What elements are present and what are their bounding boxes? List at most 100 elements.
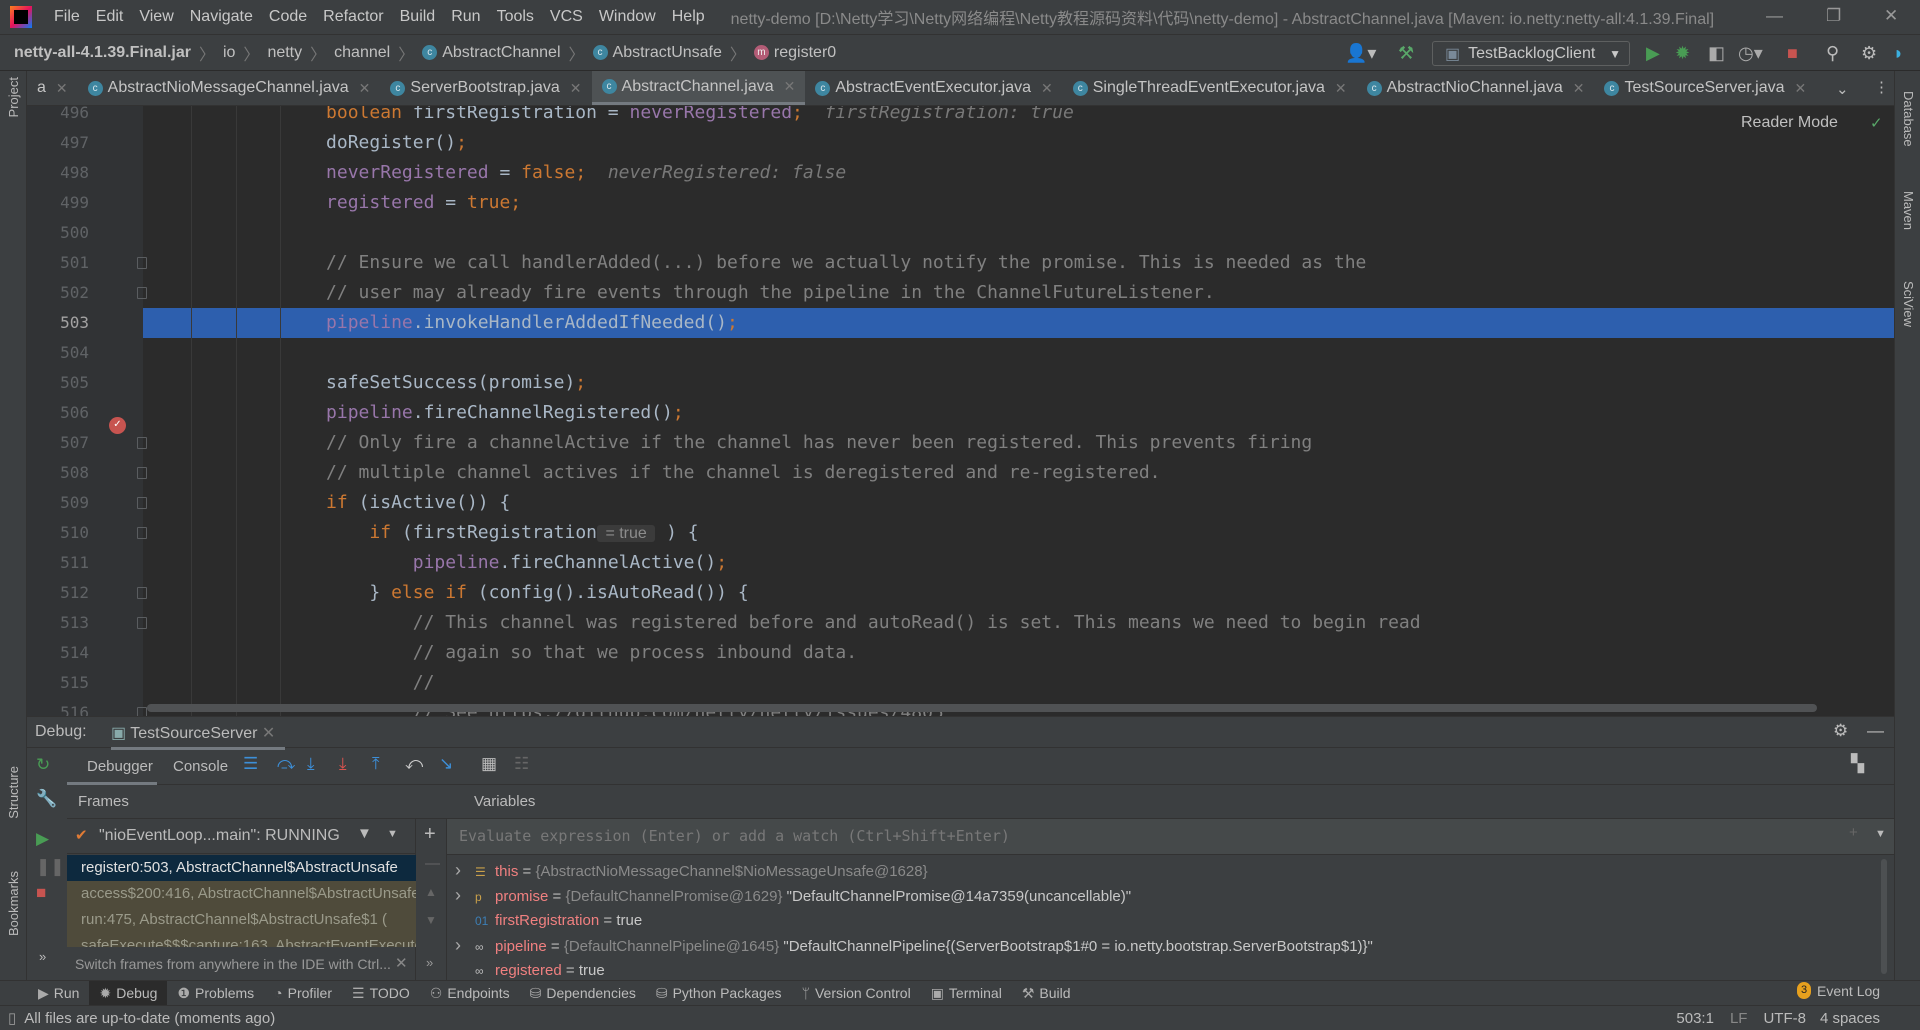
bookmarks-tool-button[interactable]: Bookmarks bbox=[6, 871, 21, 936]
structure-tool-button[interactable]: Structure bbox=[6, 766, 21, 819]
more-actions-icon[interactable]: » bbox=[39, 949, 46, 964]
debug-icon[interactable]: ✹ bbox=[1675, 43, 1690, 64]
step-out-icon[interactable]: ⤒ bbox=[372, 754, 380, 774]
stop-icon[interactable]: ■ bbox=[36, 883, 46, 903]
breadcrumb-item[interactable]: channel bbox=[334, 44, 390, 62]
tool-window-endpoints[interactable]: ⚇ Endpoints bbox=[420, 981, 520, 1006]
menu-edit[interactable]: Edit bbox=[88, 8, 132, 26]
step-into-icon[interactable]: ⤓ bbox=[307, 754, 315, 774]
debug-session-tab[interactable]: ▣ TestSourceServer ✕ bbox=[111, 723, 286, 750]
stack-frame[interactable]: register0:503, AbstractChannel$AbstractU… bbox=[67, 855, 416, 881]
tab-file[interactable]: a ✕ bbox=[27, 71, 78, 105]
breadcrumb-item[interactable]: c AbstractUnsafe bbox=[592, 44, 722, 62]
resume-icon[interactable]: ▶ bbox=[36, 829, 49, 849]
stack-frame[interactable]: run:475, AbstractChannel$AbstractUnsafe$… bbox=[67, 907, 416, 933]
tool-window-python-packages[interactable]: ⛁ Python Packages bbox=[646, 981, 792, 1006]
file-encoding[interactable]: UTF-8 bbox=[1763, 1010, 1806, 1027]
remove-watch-icon[interactable]: — bbox=[425, 855, 440, 872]
thread-selector[interactable]: "nioEventLoop...main": RUNNING bbox=[99, 827, 340, 845]
menu-run[interactable]: Run bbox=[443, 8, 488, 26]
variable-row[interactable]: 01 firstRegistration = true bbox=[455, 908, 642, 933]
drop-frame-icon[interactable]: ⤺ bbox=[405, 754, 423, 774]
settings-gear-icon[interactable]: ⚙ bbox=[1833, 721, 1848, 741]
menu-help[interactable]: Help bbox=[664, 8, 713, 26]
caret-position[interactable]: 503:1 bbox=[1676, 1010, 1714, 1027]
stop-icon[interactable]: ■ bbox=[1787, 43, 1798, 64]
breakpoint-icon[interactable]: ✓ bbox=[109, 417, 126, 434]
trace-stream-icon[interactable]: ☷ bbox=[514, 754, 529, 774]
tool-window-build[interactable]: ⚒ Build bbox=[1012, 981, 1081, 1006]
menu-file[interactable]: File bbox=[46, 8, 88, 26]
tool-window-terminal[interactable]: ▣ Terminal bbox=[921, 981, 1012, 1006]
run-configuration-select[interactable]: ▣ TestBacklogClient ▼ bbox=[1432, 41, 1630, 66]
move-up-icon[interactable]: ▲ bbox=[425, 885, 437, 899]
tool-window-debug[interactable]: ✹ Debug bbox=[89, 980, 168, 1006]
add-to-watches-icon[interactable]: + bbox=[1849, 824, 1858, 841]
breadcrumb-item[interactable]: netty bbox=[267, 44, 302, 62]
build-hammer-icon[interactable]: ⚒ bbox=[1398, 43, 1414, 64]
menu-vcs[interactable]: VCS bbox=[542, 8, 591, 26]
chevron-down-icon[interactable]: ▼ bbox=[387, 828, 398, 840]
close-tab-icon[interactable]: ✕ bbox=[359, 80, 371, 97]
tab-file[interactable]: c AbstractEventExecutor.java ✕ bbox=[805, 71, 1062, 105]
filter-icon[interactable]: ▼ bbox=[357, 825, 372, 842]
menu-navigate[interactable]: Navigate bbox=[182, 8, 261, 26]
maven-tool-button[interactable]: Maven bbox=[1901, 191, 1916, 230]
close-tab-icon[interactable]: ✕ bbox=[1573, 80, 1585, 97]
tool-window-dependencies[interactable]: ⛁ Dependencies bbox=[520, 981, 646, 1006]
variable-row[interactable]: › ∞ pipeline = {DefaultChannelPipeline@164… bbox=[455, 933, 1373, 958]
tab-file[interactable]: c AbstractNioChannel.java ✕ bbox=[1357, 71, 1595, 105]
close-tab-icon[interactable]: ✕ bbox=[1795, 80, 1807, 97]
horizontal-scrollbar[interactable] bbox=[147, 704, 1817, 712]
restore-icon[interactable]: ❐ bbox=[1826, 6, 1841, 26]
variable-row[interactable]: › ☰ this = {AbstractNioMessageChannel$NioM… bbox=[455, 858, 928, 883]
stack-frame[interactable]: safeExecute$$$capture:163, AbstractEvent… bbox=[67, 933, 416, 947]
menu-refactor[interactable]: Refactor bbox=[315, 8, 391, 26]
hide-panel-icon[interactable]: — bbox=[1867, 721, 1884, 741]
force-step-into-icon[interactable]: ⤓ bbox=[339, 754, 347, 774]
rerun-icon[interactable]: ↻ bbox=[36, 755, 50, 775]
menu-view[interactable]: View bbox=[131, 8, 181, 26]
breadcrumb-item[interactable]: c AbstractChannel bbox=[422, 44, 561, 62]
tabs-overflow-chevron-icon[interactable]: ⌄ bbox=[1836, 80, 1849, 98]
add-watch-icon[interactable]: + bbox=[424, 823, 436, 846]
variable-row[interactable]: › p promise = {DefaultChannelPromise@1629}… bbox=[455, 883, 1131, 908]
jetbrains-toolbox-icon[interactable]: ◗ bbox=[1893, 43, 1904, 64]
pause-icon[interactable]: ❚❚ bbox=[36, 857, 65, 877]
tab-file[interactable]: c AbstractChannel.java ✕ bbox=[591, 71, 806, 105]
evaluate-expression-icon[interactable]: ▦ bbox=[481, 754, 497, 774]
modify-run-config-icon[interactable]: 🔧 bbox=[36, 789, 57, 809]
tab-file[interactable]: c AbstractNioMessageChannel.java ✕ bbox=[78, 71, 381, 105]
close-window-icon[interactable]: ✕ bbox=[1884, 6, 1898, 26]
database-tool-button[interactable]: Database bbox=[1901, 91, 1916, 147]
close-tab-icon[interactable]: ✕ bbox=[262, 725, 275, 742]
breadcrumb-item[interactable]: netty-all-4.1.39.Final.jar bbox=[14, 44, 191, 62]
breadcrumb-item[interactable]: io bbox=[223, 44, 235, 62]
gear-icon[interactable]: ⚙ bbox=[1861, 43, 1877, 64]
expand-chevron-icon[interactable]: › bbox=[455, 883, 475, 908]
menu-code[interactable]: Code bbox=[261, 8, 315, 26]
close-tab-icon[interactable]: ✕ bbox=[570, 80, 582, 97]
indent-setting[interactable]: 4 spaces bbox=[1820, 1010, 1880, 1027]
vcs-user-icon[interactable]: 👤▾ bbox=[1345, 43, 1376, 64]
search-icon[interactable]: ⚲ bbox=[1826, 43, 1839, 64]
event-log-button[interactable]: 3 Event Log bbox=[1797, 982, 1880, 999]
profiler-icon[interactable]: ◷▾ bbox=[1738, 43, 1763, 64]
layout-settings-icon[interactable]: ▚ bbox=[1851, 754, 1864, 774]
tab-file[interactable]: c ServerBootstrap.java ✕ bbox=[380, 71, 591, 105]
tab-console[interactable]: Console bbox=[173, 758, 228, 775]
sciview-tool-button[interactable]: SciView bbox=[1901, 281, 1916, 327]
close-tab-icon[interactable]: ✕ bbox=[56, 80, 68, 97]
tab-file[interactable]: c TestSourceServer.java ✕ bbox=[1594, 71, 1816, 105]
coverage-icon[interactable]: ◧ bbox=[1708, 43, 1725, 64]
tool-window-todo[interactable]: ☰ TODO bbox=[342, 981, 420, 1006]
tab-file[interactable]: c SingleThreadEventExecutor.java ✕ bbox=[1063, 71, 1357, 105]
more-icon[interactable]: » bbox=[426, 955, 433, 970]
step-over-icon[interactable]: ⤼ bbox=[277, 754, 295, 774]
tab-debugger[interactable]: Debugger bbox=[67, 748, 157, 785]
code-editor[interactable]: 496 497 498 499 500 501 502 503 504 505 506 507 508 5… bbox=[27, 106, 1894, 716]
show-execution-point-icon[interactable]: ☰ bbox=[243, 754, 258, 774]
minimize-icon[interactable]: — bbox=[1766, 6, 1783, 26]
menu-tools[interactable]: Tools bbox=[489, 8, 542, 26]
tool-window-profiler[interactable]: ◔ Profiler bbox=[264, 981, 342, 1006]
